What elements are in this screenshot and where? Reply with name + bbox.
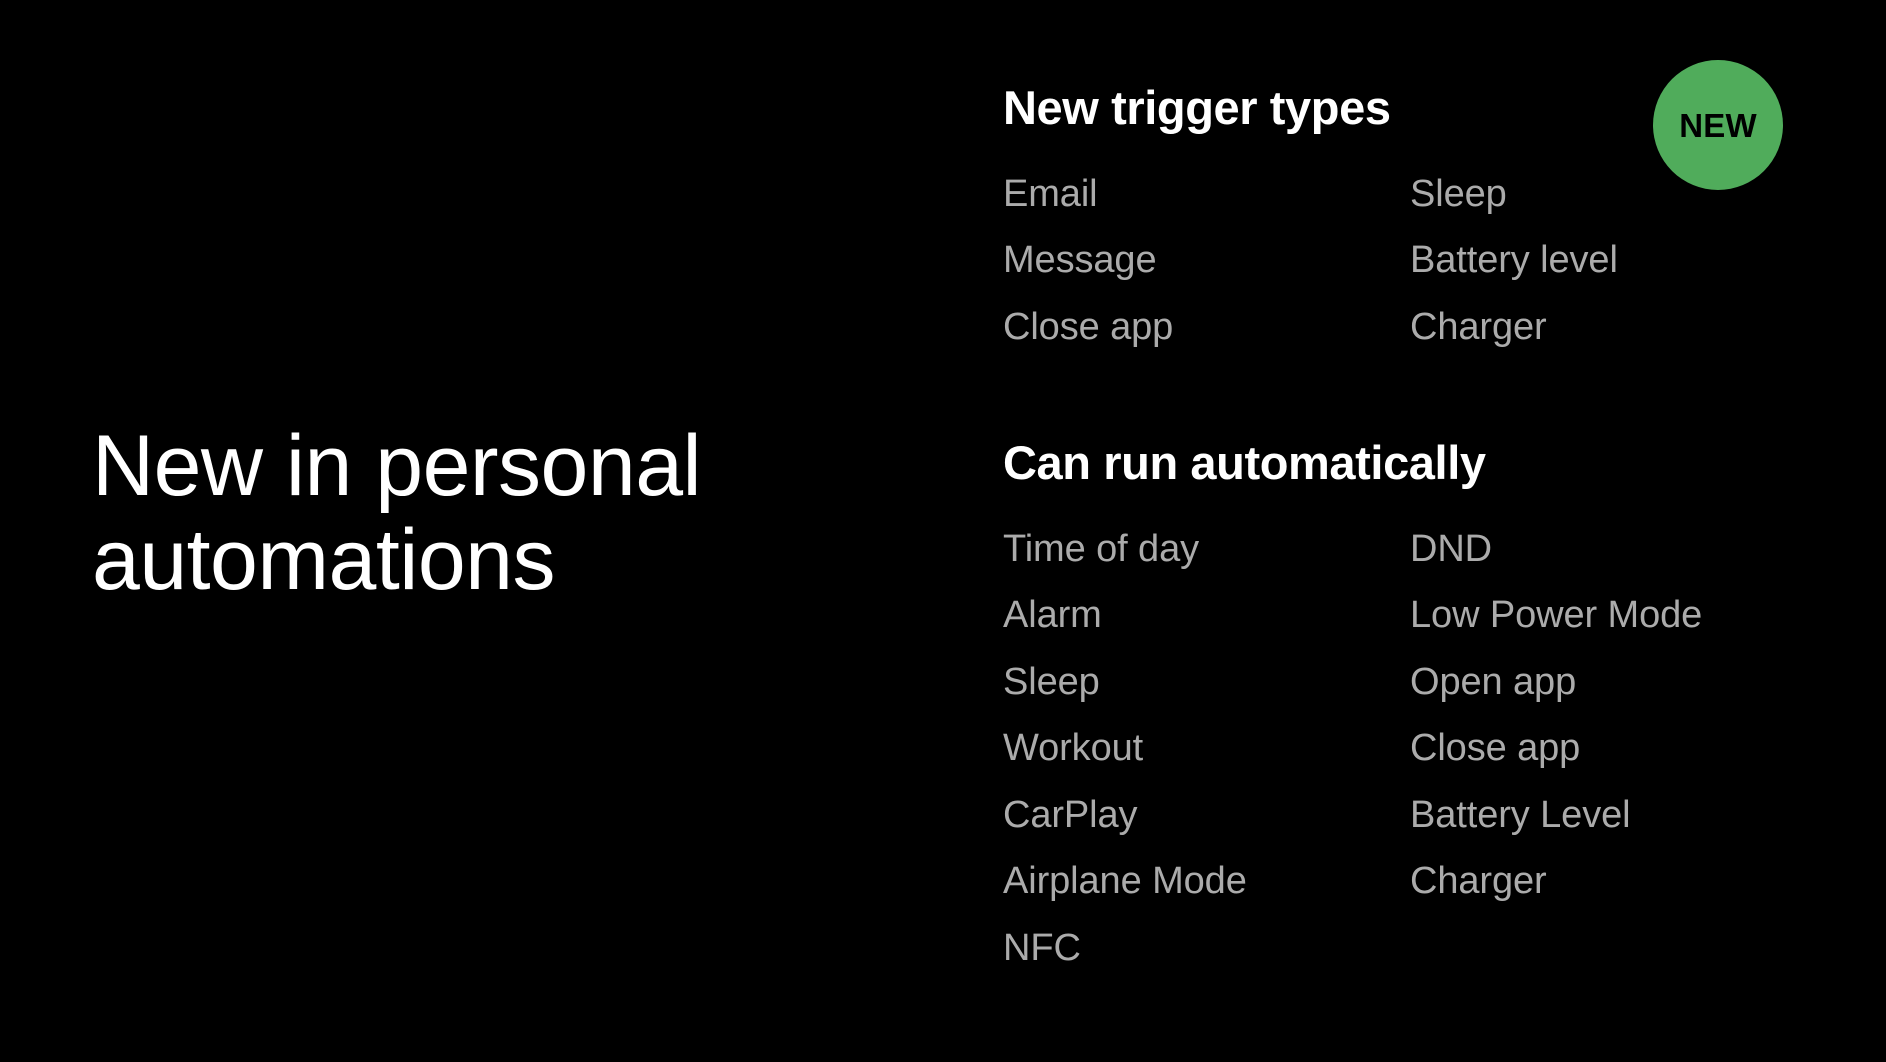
list-item: Workout (1003, 727, 1144, 770)
list-item: Open app (1410, 660, 1577, 703)
new-badge-label: NEW (1679, 106, 1757, 144)
section-1-column-left: Email Message Close app (1003, 161, 1403, 361)
new-badge: NEW (1653, 60, 1783, 190)
page-title: New in personal automations (92, 418, 702, 608)
list-item: Battery level (1410, 239, 1618, 282)
list-item: DND (1410, 527, 1493, 570)
list-item: Close app (1410, 727, 1581, 770)
list-item: Sleep (1410, 172, 1507, 215)
section-2-column-right: DND Low Power Mode Open app Close app Ba… (1410, 516, 1850, 915)
list-item: Sleep (1003, 660, 1100, 703)
list-item: Message (1003, 239, 1157, 282)
list-item: Time of day (1003, 527, 1200, 570)
list-item: Low Power Mode (1410, 594, 1703, 637)
list-item: NFC (1003, 926, 1081, 969)
list-item: Alarm (1003, 594, 1102, 637)
hero-title-block: New in personal automations (92, 418, 852, 608)
list-item: Charger (1410, 860, 1547, 903)
feature-lists-panel: New trigger types Email Message Close ap… (1003, 0, 1886, 1062)
section-1-column-right: Sleep Battery level Charger (1410, 161, 1850, 361)
section-can-run-automatically: Can run automatically Time of day Alarm … (1003, 436, 1886, 968)
list-item: CarPlay (1003, 793, 1138, 836)
list-item: Airplane Mode (1003, 860, 1247, 903)
presentation-slide: New in personal automations New trigger … (0, 0, 1886, 1062)
list-item: Charger (1410, 305, 1547, 348)
list-item: Close app (1003, 305, 1174, 348)
list-item: Email (1003, 172, 1098, 215)
section-heading-can-run-automatically: Can run automatically (1003, 436, 1486, 489)
list-item: Battery Level (1410, 793, 1631, 836)
section-2-column-left: Time of day Alarm Sleep Workout CarPlay … (1003, 516, 1403, 982)
